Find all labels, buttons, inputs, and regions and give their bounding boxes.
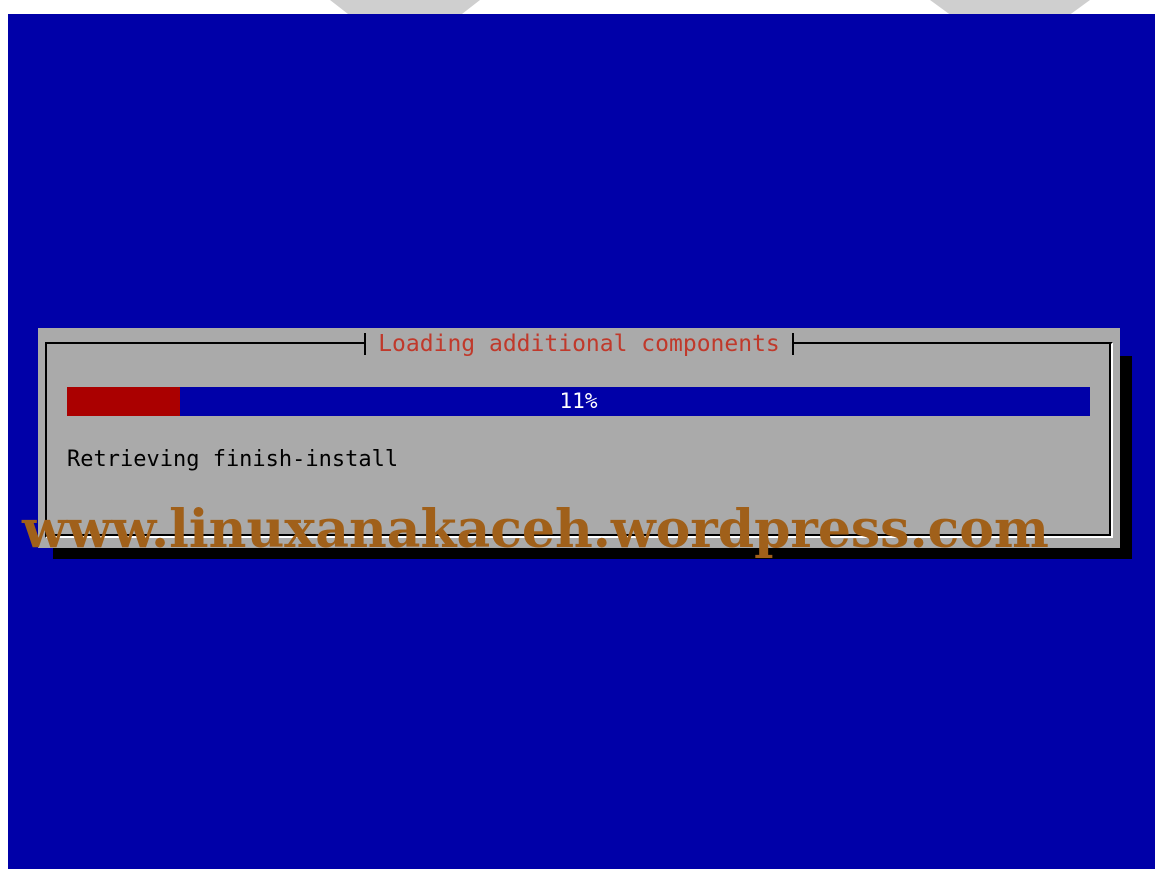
title-bracket-right bbox=[791, 333, 794, 355]
top-edge-decoration bbox=[330, 0, 480, 14]
top-edge-decoration bbox=[930, 0, 1090, 14]
status-message: Retrieving finish-install bbox=[67, 447, 399, 472]
dialog-title: Loading additional components bbox=[366, 328, 792, 360]
progress-percent-label: 11% bbox=[559, 389, 598, 413]
dialog-title-bar: Loading additional components bbox=[38, 328, 1120, 360]
progress-bar: 11% bbox=[67, 387, 1090, 416]
screenshot-frame: Loading additional components 11% Retrie… bbox=[0, 0, 1155, 869]
installer-screen: Loading additional components 11% Retrie… bbox=[8, 14, 1155, 869]
watermark-text: www.linuxanakaceh.wordpress.com bbox=[22, 499, 1049, 560]
